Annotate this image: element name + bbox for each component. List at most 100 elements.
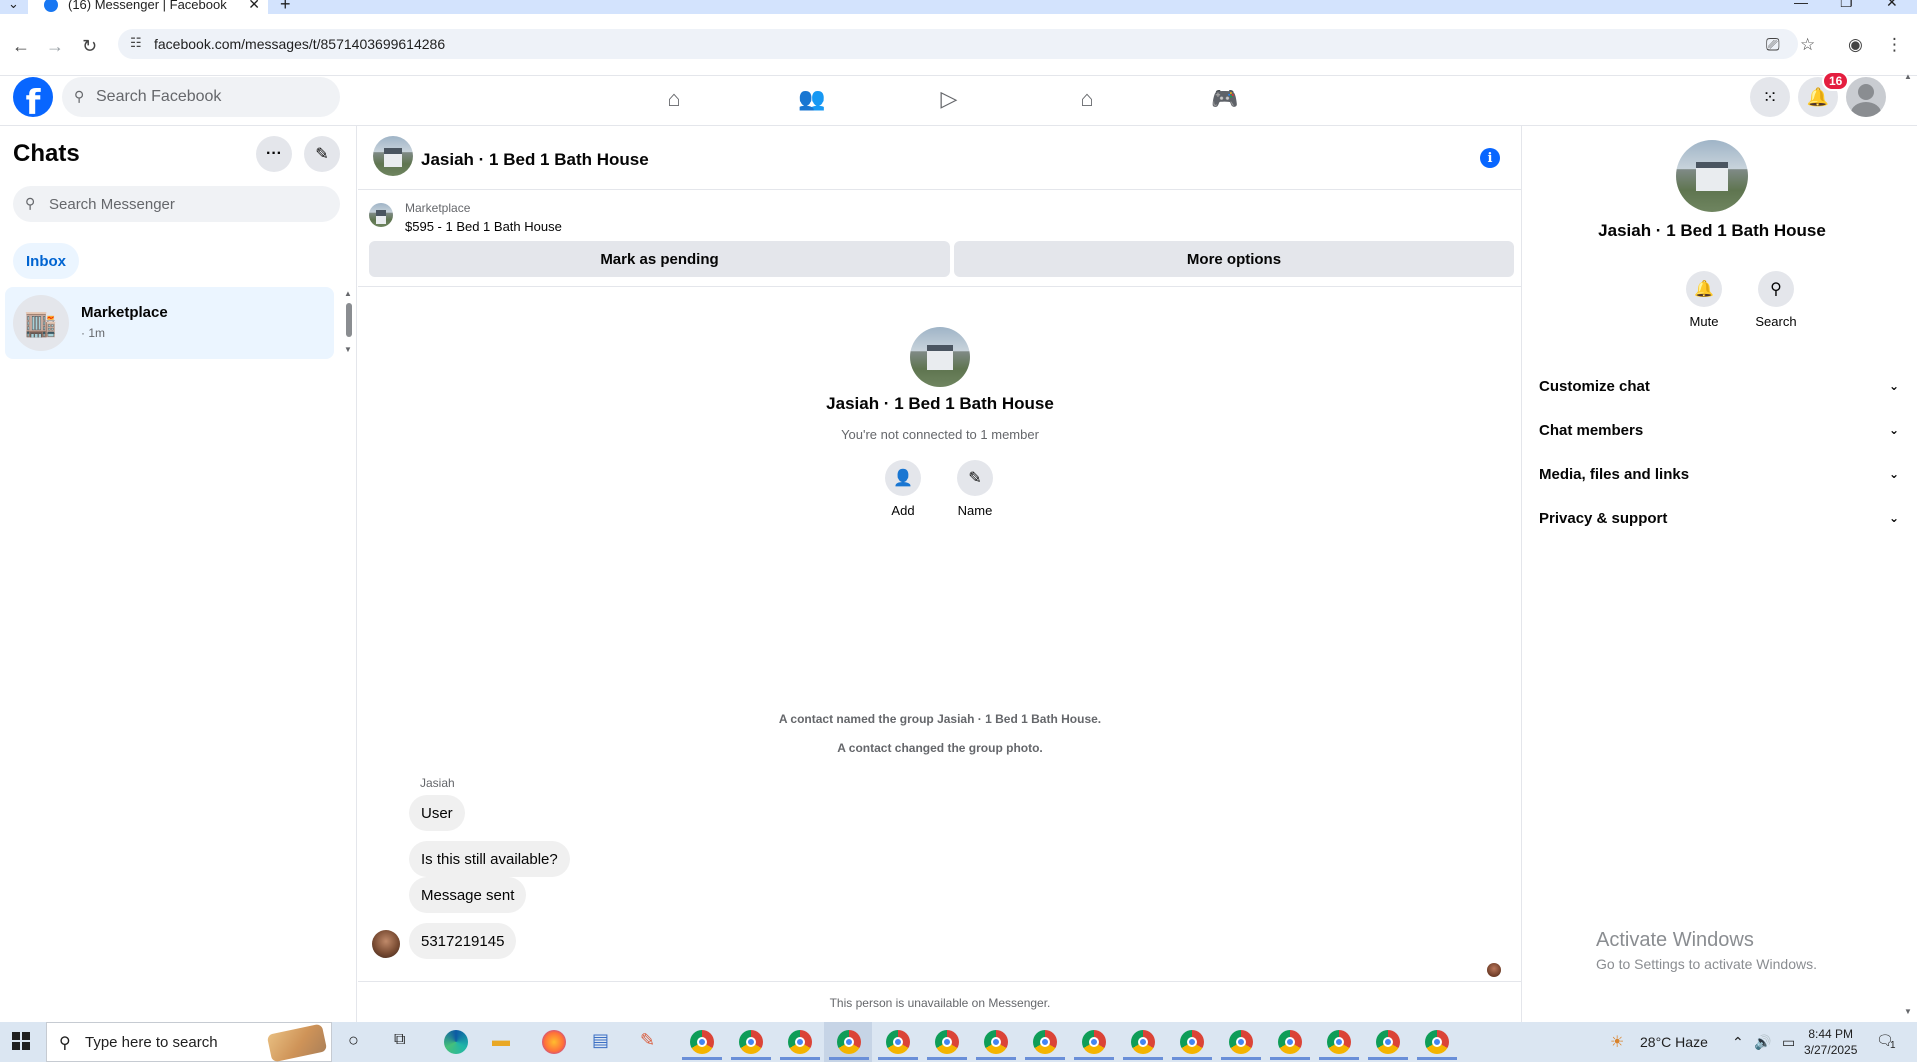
browser-tab[interactable]: (16) Messenger | Facebook ✕ bbox=[28, 0, 268, 14]
chrome-icon[interactable] bbox=[682, 1030, 722, 1060]
add-member-button[interactable]: 👤 Add bbox=[873, 460, 933, 518]
taskbar-clock[interactable]: 8:44 PM 3/27/2025 bbox=[1804, 1026, 1857, 1058]
url-text: facebook.com/messages/t/8571403699614286 bbox=[154, 36, 446, 52]
notepad-icon[interactable]: ▤ bbox=[592, 1030, 609, 1051]
network-icon[interactable]: ▭ bbox=[1782, 1034, 1795, 1051]
volume-icon[interactable]: 🔊 bbox=[1754, 1034, 1771, 1051]
profile-icon[interactable]: ◉ bbox=[1848, 35, 1863, 55]
gaming-nav-icon[interactable]: 🎮 bbox=[1205, 83, 1245, 115]
chat-list-item[interactable]: 🏬 Marketplace · 1m bbox=[5, 287, 334, 359]
home-nav-icon[interactable]: ⌂ bbox=[654, 83, 694, 115]
scroll-down-icon[interactable]: ▼ bbox=[344, 345, 352, 354]
taskbar-search-input[interactable]: ⚲ Type here to search bbox=[46, 1022, 332, 1062]
marketplace-banner: Marketplace $595 - 1 Bed 1 Bath House Ma… bbox=[358, 191, 1522, 287]
paint-icon[interactable]: ✎ bbox=[640, 1030, 655, 1051]
windows-start-icon[interactable] bbox=[12, 1032, 30, 1050]
weather-text[interactable]: 28°C Haze bbox=[1640, 1034, 1708, 1050]
chat-list-scrollbar[interactable]: ▲ ▼ bbox=[344, 289, 354, 359]
chrome-icon[interactable] bbox=[878, 1030, 918, 1060]
firefox-icon[interactable] bbox=[542, 1030, 566, 1054]
listing-title[interactable]: $595 - 1 Bed 1 Bath House bbox=[405, 219, 562, 234]
tray-overflow-chevron-icon[interactable]: ⌃ bbox=[1732, 1034, 1744, 1051]
rename-button[interactable]: ✎ Name bbox=[945, 460, 1005, 518]
new-tab-icon[interactable]: + bbox=[280, 0, 291, 15]
back-icon[interactable]: ← bbox=[12, 36, 30, 57]
info-group-name: Jasiah · 1 Bed 1 Bath House bbox=[1598, 221, 1826, 240]
window-close-icon[interactable]: ✕ bbox=[1886, 0, 1898, 11]
chevron-down-icon: ⌄ bbox=[1888, 379, 1899, 393]
friends-nav-icon[interactable]: 👥 bbox=[792, 83, 832, 115]
address-bar[interactable]: ☷ facebook.com/messages/t/85714036996142… bbox=[118, 29, 1798, 59]
scrollbar-thumb[interactable] bbox=[346, 303, 352, 337]
menu-grid-icon[interactable]: ⁙ bbox=[1750, 77, 1790, 117]
facebook-search-input[interactable]: ⚲ Search Facebook bbox=[62, 77, 340, 117]
chrome-icon[interactable] bbox=[829, 1030, 869, 1060]
scroll-up-icon[interactable]: ▲ bbox=[344, 289, 352, 298]
mark-as-pending-button[interactable]: Mark as pending bbox=[369, 241, 950, 277]
mute-button[interactable]: 🔔 Mute bbox=[1674, 271, 1734, 329]
install-app-icon[interactable]: ⎚ bbox=[1766, 35, 1780, 55]
sender-avatar[interactable] bbox=[372, 930, 400, 958]
add-person-icon: 👤 bbox=[885, 460, 921, 496]
chrome-icon[interactable] bbox=[1123, 1030, 1163, 1060]
chrome-icon[interactable] bbox=[927, 1030, 967, 1060]
chrome-icon[interactable] bbox=[1025, 1030, 1065, 1060]
chrome-icon[interactable] bbox=[976, 1030, 1016, 1060]
chat-members-section[interactable]: Chat members ⌄ bbox=[1539, 410, 1899, 450]
chrome-icon[interactable] bbox=[1270, 1030, 1310, 1060]
chrome-icon[interactable] bbox=[1417, 1030, 1457, 1060]
marketplace-label: Marketplace bbox=[405, 201, 471, 215]
site-info-icon[interactable]: ☷ bbox=[130, 35, 142, 51]
search-in-chat-button[interactable]: ⚲ Search bbox=[1746, 271, 1806, 329]
task-view-icon[interactable]: ⧉ bbox=[394, 1031, 405, 1049]
chrome-icon[interactable] bbox=[1221, 1030, 1261, 1060]
chrome-icon[interactable] bbox=[1368, 1030, 1408, 1060]
message-bubble[interactable]: 5317219145 bbox=[409, 923, 517, 959]
chrome-icon[interactable] bbox=[731, 1030, 771, 1060]
chat-info-panel: Jasiah · 1 Bed 1 Bath House 🔔 Mute ⚲ Sea… bbox=[1523, 126, 1917, 1022]
chevron-down-icon: ⌄ bbox=[1888, 423, 1899, 437]
facebook-logo-icon[interactable]: f bbox=[13, 77, 53, 117]
facebook-favicon-icon bbox=[44, 0, 58, 12]
chrome-icon[interactable] bbox=[1172, 1030, 1212, 1060]
marketplace-nav-icon[interactable]: ⌂ bbox=[1067, 83, 1107, 115]
conversation-info-icon[interactable]: i bbox=[1480, 148, 1500, 168]
customize-chat-section[interactable]: Customize chat ⌄ bbox=[1539, 366, 1899, 406]
notification-center-count: 1 bbox=[1890, 1040, 1896, 1051]
page-scroll-up-icon[interactable]: ▲ bbox=[1904, 72, 1912, 81]
edge-icon[interactable] bbox=[444, 1030, 468, 1054]
reload-icon[interactable]: ↻ bbox=[82, 36, 97, 57]
tab-search-chevron-icon[interactable]: ⌄ bbox=[8, 0, 19, 12]
video-nav-icon[interactable]: ▷ bbox=[929, 83, 969, 115]
media-files-links-section[interactable]: Media, files and links ⌄ bbox=[1539, 454, 1899, 494]
more-options-button[interactable]: More options bbox=[954, 241, 1514, 277]
weather-icon[interactable]: ☀ bbox=[1610, 1032, 1624, 1052]
forward-icon[interactable]: → bbox=[46, 36, 64, 57]
cortana-icon[interactable]: ○ bbox=[348, 1030, 359, 1051]
message-bubble[interactable]: User bbox=[409, 795, 465, 831]
chat-options-icon[interactable]: ··· bbox=[256, 136, 292, 172]
page-scroll-down-icon[interactable]: ▼ bbox=[1904, 1007, 1912, 1016]
browser-menu-icon[interactable]: ⋮ bbox=[1886, 35, 1903, 55]
minimize-icon[interactable]: — bbox=[1794, 0, 1808, 10]
listing-thumbnail[interactable] bbox=[369, 203, 393, 227]
messenger-search-input[interactable]: ⚲ Search Messenger bbox=[13, 186, 340, 222]
system-message: A contact changed the group photo. bbox=[837, 741, 1043, 755]
chrome-icon[interactable] bbox=[780, 1030, 820, 1060]
bookmark-star-icon[interactable]: ☆ bbox=[1800, 35, 1815, 55]
file-explorer-icon[interactable]: ▬ bbox=[492, 1030, 510, 1051]
chrome-icon[interactable] bbox=[1319, 1030, 1359, 1060]
inbox-tab[interactable]: Inbox bbox=[13, 243, 79, 279]
search-icon: ⚲ bbox=[59, 1035, 71, 1052]
message-bubble[interactable]: Is this still available? bbox=[409, 841, 570, 877]
message-bubble[interactable]: Message sent bbox=[409, 877, 527, 913]
chrome-icon[interactable] bbox=[1074, 1030, 1114, 1060]
group-avatar[interactable] bbox=[373, 136, 413, 176]
tab-close-icon[interactable]: ✕ bbox=[248, 0, 260, 13]
new-message-icon[interactable]: ✎ bbox=[304, 136, 340, 172]
privacy-support-section[interactable]: Privacy & support ⌄ bbox=[1539, 498, 1899, 538]
clock-date: 3/27/2025 bbox=[1804, 1043, 1858, 1057]
conversation-title[interactable]: Jasiah · 1 Bed 1 Bath House bbox=[421, 150, 649, 170]
restore-icon[interactable]: ❐ bbox=[1840, 0, 1853, 11]
account-avatar[interactable] bbox=[1846, 77, 1886, 117]
